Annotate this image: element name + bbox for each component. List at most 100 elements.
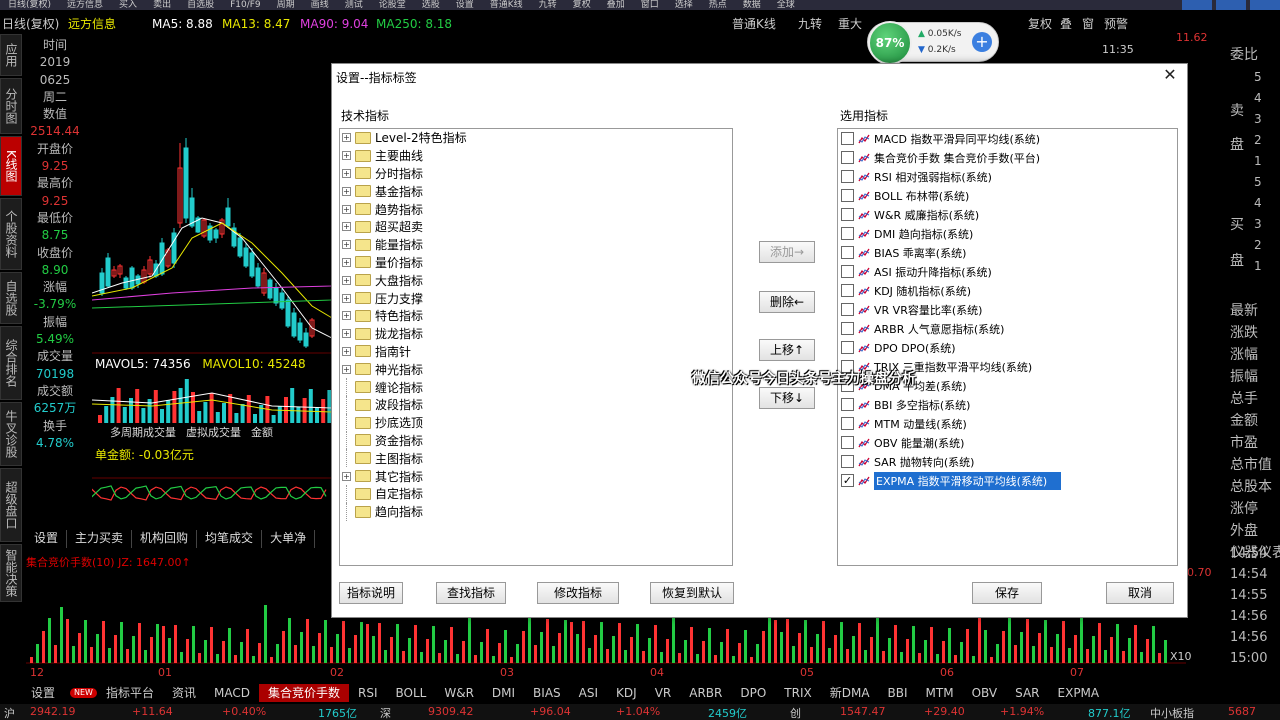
indicator-subtab[interactable]: 机构回购 (132, 530, 198, 548)
bottom-tab[interactable]: ASI (570, 684, 607, 702)
tree-node[interactable]: + 拢龙指标 (340, 325, 732, 343)
menu-item[interactable]: 测试 (337, 0, 371, 10)
selected-indicator-item[interactable]: VR VR容量比率(系统) (838, 300, 1177, 319)
menu-item[interactable]: 设置 (448, 0, 482, 10)
left-tab[interactable]: 牛叉诊股 (0, 402, 22, 466)
tree-node[interactable]: + 特色指标 (340, 307, 732, 325)
menu-item[interactable]: 九转 (531, 0, 565, 10)
menu-item[interactable]: 远方信息 (59, 0, 111, 10)
bottom-tab[interactable]: MTM (917, 684, 963, 702)
overlay-button[interactable]: 叠 (1060, 14, 1072, 34)
fuquan-button[interactable]: 复权 (1028, 14, 1052, 34)
tree-node[interactable]: 波段指标 (340, 395, 732, 414)
checkbox[interactable] (841, 208, 854, 221)
checkbox[interactable] (841, 436, 854, 449)
bottom-tab[interactable]: 新DMA (821, 684, 879, 702)
tree-node[interactable]: 缠论指标 (340, 378, 732, 396)
expand-icon[interactable]: + (342, 240, 351, 250)
menu-item[interactable]: 自选股 (179, 0, 222, 10)
menu-item[interactable]: 卖出 (145, 0, 179, 10)
selected-indicator-list[interactable]: MACD 指数平滑异同平均线(系统) 集合竞价手数 集合竞价手数(平台) RSI 相… (837, 128, 1178, 566)
tree-node[interactable]: + 分时指标 (340, 165, 732, 183)
checkbox[interactable] (841, 246, 854, 259)
selected-indicator-item[interactable]: RSI 相对强弱指标(系统) (838, 167, 1177, 186)
checkbox[interactable] (841, 455, 854, 468)
menu-item[interactable]: 窗口 (633, 0, 667, 10)
selected-indicator-item[interactable]: SAR 抛物转向(系统) (838, 452, 1177, 471)
expand-icon[interactable]: + (342, 471, 351, 481)
checkbox[interactable] (841, 398, 854, 411)
left-tab[interactable]: 超级盘口 (0, 468, 22, 542)
bottom-tab[interactable]: SAR (1006, 684, 1048, 702)
selected-indicator-item[interactable]: DPO DPO(系统) (838, 338, 1177, 357)
left-tab[interactable]: 分时图 (0, 78, 22, 134)
selected-indicator-item[interactable]: DMI 趋向指标(系统) (838, 224, 1177, 243)
find-indicator-button[interactable]: 查找指标 (436, 582, 506, 604)
expand-icon[interactable]: + (342, 293, 351, 303)
menu-item[interactable]: 日线(复权) (0, 0, 59, 10)
expand-icon[interactable]: + (342, 204, 351, 214)
menu-item[interactable]: 选择 (667, 0, 701, 10)
restore-default-button[interactable]: 恢复到默认 (650, 582, 734, 604)
bottom-tab[interactable]: W&R (435, 684, 483, 702)
menu-item[interactable]: 周期 (269, 0, 303, 10)
tree-node[interactable]: + 主要曲线 (340, 147, 732, 165)
menu-item[interactable]: 普通K线 (482, 0, 531, 10)
selected-indicator-item[interactable]: MTM 动量线(系统) (838, 414, 1177, 433)
selected-indicator-item[interactable]: ARBR 人气意愿指标(系统) (838, 319, 1177, 338)
alert-button[interactable]: 预警 (1104, 14, 1128, 34)
checkbox[interactable] (841, 265, 854, 278)
left-tab[interactable]: K线图 (0, 136, 22, 196)
expand-icon[interactable]: + (342, 257, 351, 267)
bottom-tab[interactable]: BIAS (524, 684, 570, 702)
tree-node[interactable]: + Level-2特色指标 (340, 129, 732, 147)
checkbox[interactable] (841, 303, 854, 316)
checkbox[interactable] (841, 189, 854, 202)
menu-item[interactable]: 选股 (414, 0, 448, 10)
checkbox[interactable] (841, 151, 854, 164)
close-icon[interactable]: ✕ (1161, 66, 1179, 84)
major-event-button[interactable]: 重大 (838, 14, 862, 34)
modify-indicator-button[interactable]: 修改指标 (537, 582, 619, 604)
save-button[interactable]: 保存 (972, 582, 1042, 604)
checkbox[interactable] (841, 284, 854, 297)
expand-icon[interactable]: + (342, 222, 351, 232)
selected-indicator-item[interactable]: 集合竞价手数 集合竞价手数(平台) (838, 148, 1177, 167)
menu-item[interactable]: F10/F9 (222, 0, 269, 10)
volume-subtab[interactable]: 虚拟成交量 (186, 424, 241, 440)
bottom-tab[interactable]: 集合竞价手数 (258, 684, 349, 702)
checkbox[interactable] (841, 417, 854, 430)
menu-item[interactable]: 数据 (735, 0, 769, 10)
menu-item[interactable]: 复权 (565, 0, 599, 10)
add-button[interactable]: 添加→ (759, 241, 815, 263)
checkbox[interactable] (841, 227, 854, 240)
bottom-tab[interactable]: ARBR (680, 684, 731, 702)
left-tab[interactable]: 智能决策 (0, 544, 22, 602)
tree-node[interactable]: 资金指标 (340, 431, 732, 450)
selected-indicator-item[interactable]: W&R 威廉指标(系统) (838, 205, 1177, 224)
indicator-tree[interactable]: + Level-2特色指标 + 主要曲线 + 分时指标 + 基金指标 + 趋势指标 + 超买超卖 + 能量… (339, 128, 733, 566)
expand-icon[interactable]: + (342, 364, 351, 374)
top-button-1[interactable] (1182, 0, 1212, 10)
plus-icon[interactable]: + (972, 32, 992, 52)
menu-item[interactable]: 全球 (769, 0, 803, 10)
period-label[interactable]: 日线(复权) (2, 14, 59, 34)
left-tab[interactable]: 应用 (0, 34, 22, 76)
checkbox[interactable] (841, 132, 854, 145)
menu-item[interactable]: 买入 (111, 0, 145, 10)
bottom-tab[interactable]: VR (646, 684, 681, 702)
selected-indicator-item[interactable]: BIAS 乖离率(系统) (838, 243, 1177, 262)
selected-indicator-item[interactable]: KDJ 随机指标(系统) (838, 281, 1177, 300)
tree-node[interactable]: + 量价指标 (340, 254, 732, 272)
selected-indicator-item[interactable]: MACD 指数平滑异同平均线(系统) (838, 129, 1177, 148)
cancel-button[interactable]: 取消 (1106, 582, 1174, 604)
tree-node[interactable]: 主图指标 (340, 449, 732, 468)
tree-node[interactable]: + 趋势指标 (340, 200, 732, 218)
volume-subtab[interactable]: 金额 (251, 424, 273, 440)
expand-icon[interactable]: + (342, 346, 351, 356)
tree-node[interactable]: + 其它指标 (340, 467, 732, 485)
left-tab[interactable]: 个股资料 (0, 198, 22, 270)
selected-indicator-item[interactable]: ✓ EXPMA 指数平滑移动平均线(系统) (838, 471, 1177, 490)
bottom-tab[interactable]: KDJ (607, 684, 646, 702)
remove-button[interactable]: 删除← (759, 291, 815, 313)
